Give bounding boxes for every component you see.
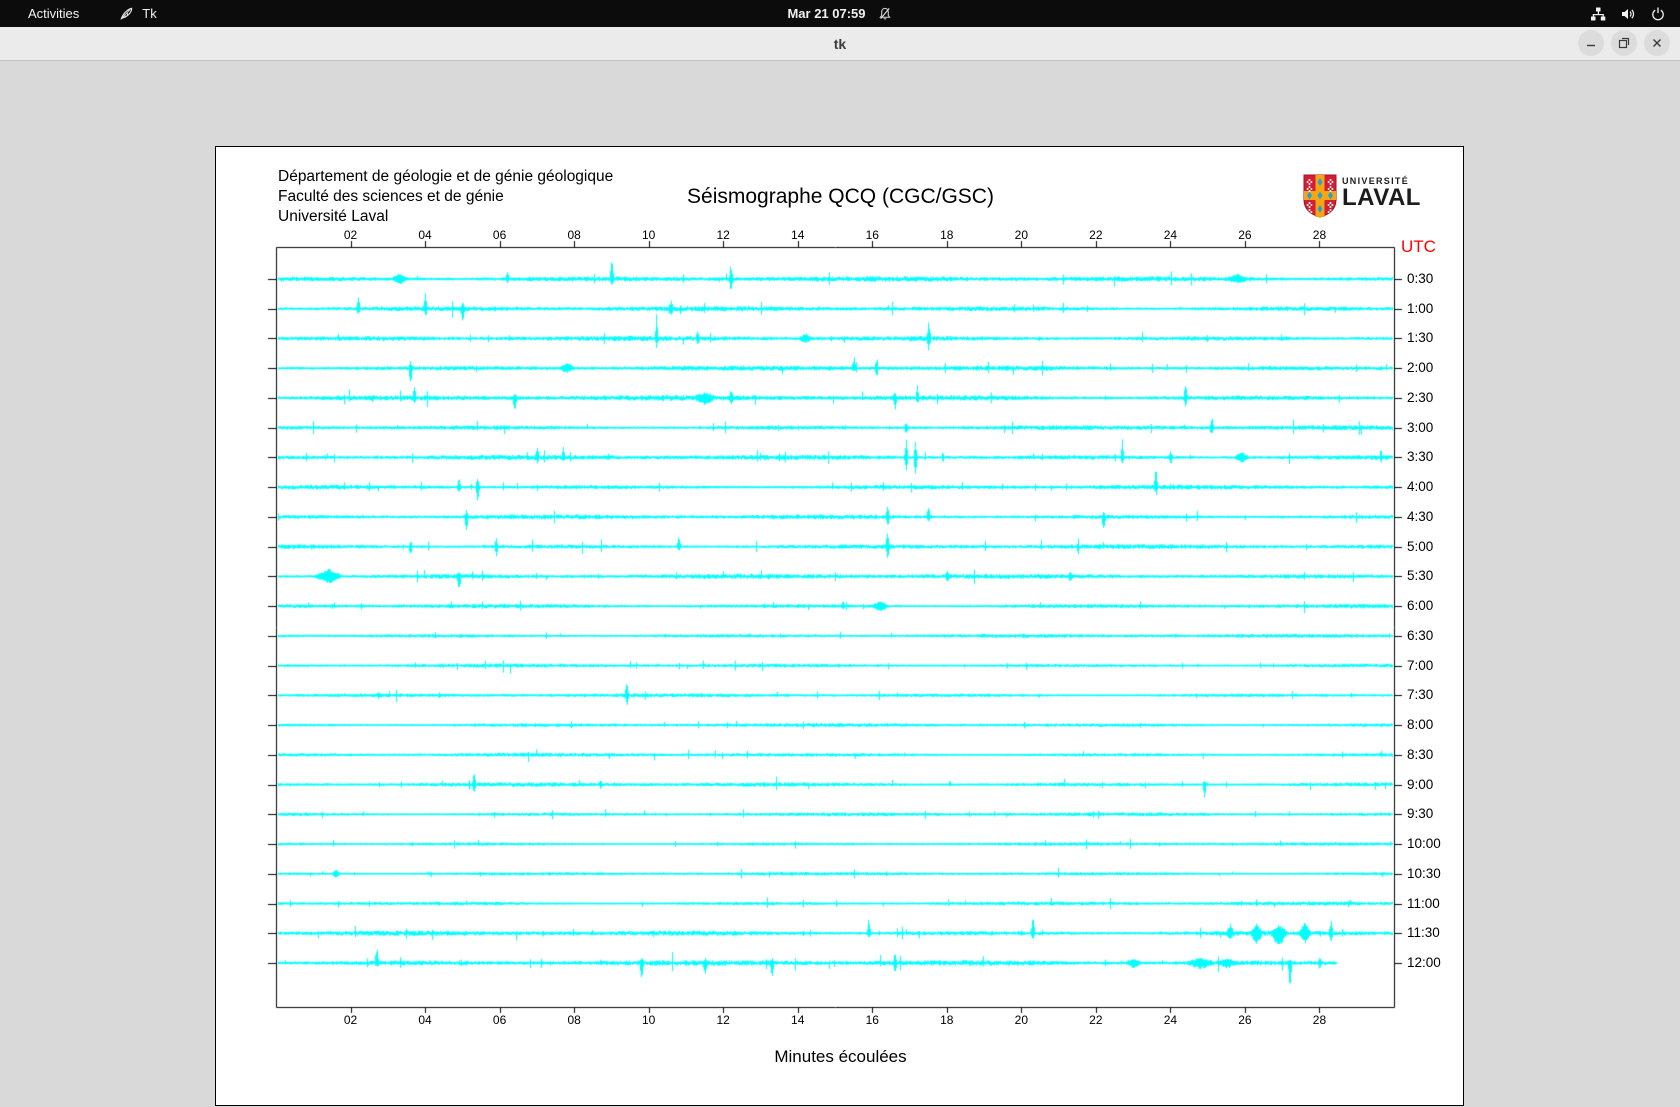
x-tick-label-bottom: 22 xyxy=(1089,1013,1103,1027)
x-tick-label-top: 04 xyxy=(418,228,432,242)
utc-time-label: 11:00 xyxy=(1407,895,1440,911)
clock-text: Mar 21 07:59 xyxy=(787,6,866,21)
activities-button[interactable]: Activities xyxy=(18,6,89,21)
x-axis-title: Minutes écoulées xyxy=(774,1047,907,1066)
x-tick-label-bottom: 28 xyxy=(1312,1013,1327,1027)
x-tick-label-bottom: 04 xyxy=(418,1013,432,1027)
x-tick-label-top: 18 xyxy=(940,228,954,242)
close-button[interactable] xyxy=(1644,30,1670,56)
utc-time-label: 4:30 xyxy=(1407,508,1434,524)
x-tick-label-bottom: 16 xyxy=(865,1013,879,1027)
x-tick-label-top: 12 xyxy=(716,228,730,242)
utc-time-label: 8:00 xyxy=(1407,717,1434,733)
utc-time-label: 7:30 xyxy=(1407,687,1434,703)
utc-time-label: 5:30 xyxy=(1407,568,1434,584)
x-tick-label-bottom: 10 xyxy=(641,1013,656,1027)
x-tick-label-top: 16 xyxy=(865,228,879,242)
x-tick-label-bottom: 12 xyxy=(716,1013,730,1027)
utc-time-label: 8:30 xyxy=(1407,746,1434,762)
x-tick-label-bottom: 08 xyxy=(567,1013,581,1027)
x-tick-label-bottom: 18 xyxy=(940,1013,954,1027)
x-tick-label-top: 24 xyxy=(1163,228,1178,242)
x-tick-label-bottom: 24 xyxy=(1163,1013,1178,1027)
app-menu-label: Tk xyxy=(142,6,157,21)
minimize-button[interactable] xyxy=(1578,30,1604,56)
utc-time-label: 0:30 xyxy=(1407,271,1434,286)
x-tick-label-top: 02 xyxy=(343,228,358,242)
utc-time-label: 10:00 xyxy=(1407,836,1441,852)
utc-time-label: 10:30 xyxy=(1407,865,1441,881)
utc-time-label: 1:30 xyxy=(1407,330,1434,346)
x-tick-label-top: 26 xyxy=(1238,228,1252,242)
utc-time-label: 6:30 xyxy=(1407,627,1434,643)
window-titlebar[interactable]: tk xyxy=(0,27,1680,61)
x-tick-label-bottom: 02 xyxy=(343,1013,358,1027)
utc-time-label: 11:30 xyxy=(1407,925,1440,941)
x-tick-label-top: 14 xyxy=(791,228,805,242)
app-menu-tk[interactable]: Tk xyxy=(111,6,164,21)
x-tick-label-top: 10 xyxy=(641,228,656,242)
clock-button[interactable]: Mar 21 07:59 xyxy=(787,0,892,27)
x-tick-label-bottom: 20 xyxy=(1014,1013,1028,1027)
notifications-disabled-icon xyxy=(878,6,893,21)
utc-time-label: 1:00 xyxy=(1407,300,1434,316)
x-tick-label-top: 20 xyxy=(1014,228,1028,242)
x-tick-label-bottom: 14 xyxy=(791,1013,805,1027)
x-tick-label-top: 08 xyxy=(567,228,581,242)
tk-feather-icon xyxy=(119,6,134,21)
tk-window-body: Département de géologie et de génie géol… xyxy=(0,61,1680,1107)
utc-time-label: 4:00 xyxy=(1407,479,1434,495)
network-wired-icon xyxy=(1590,6,1606,22)
utc-time-label: 9:00 xyxy=(1407,776,1434,792)
utc-time-label: 3:00 xyxy=(1407,419,1434,435)
utc-time-label: 6:00 xyxy=(1407,598,1434,614)
utc-time-label: 12:00 xyxy=(1407,954,1441,970)
utc-time-label: 9:30 xyxy=(1407,806,1434,822)
top-bar: Activities Tk Mar 21 07:59 xyxy=(0,0,1680,27)
x-tick-label-top: 06 xyxy=(492,228,507,242)
x-tick-label-top: 22 xyxy=(1089,228,1103,242)
power-icon xyxy=(1650,6,1666,22)
volume-icon xyxy=(1620,6,1636,22)
utc-time-label: 5:00 xyxy=(1407,538,1434,554)
utc-time-label: 2:30 xyxy=(1407,389,1434,405)
utc-time-label: 2:00 xyxy=(1407,360,1434,376)
x-tick-label-bottom: 06 xyxy=(492,1013,507,1027)
seismograph-traces xyxy=(216,147,1465,1107)
seismograph-canvas-frame: Département de géologie et de génie géol… xyxy=(215,146,1465,1107)
system-status-area[interactable] xyxy=(1590,0,1666,27)
utc-time-label: 7:00 xyxy=(1407,657,1434,673)
window-title: tk xyxy=(833,35,847,52)
desktop: { "top_bar": { "activities_label": "Acti… xyxy=(0,0,1680,1107)
restore-button[interactable] xyxy=(1611,30,1637,56)
x-tick-label-top: 28 xyxy=(1312,228,1327,242)
utc-time-label: 3:30 xyxy=(1407,449,1434,465)
utc-label: UTC xyxy=(1401,237,1436,256)
x-tick-label-bottom: 26 xyxy=(1238,1013,1252,1027)
